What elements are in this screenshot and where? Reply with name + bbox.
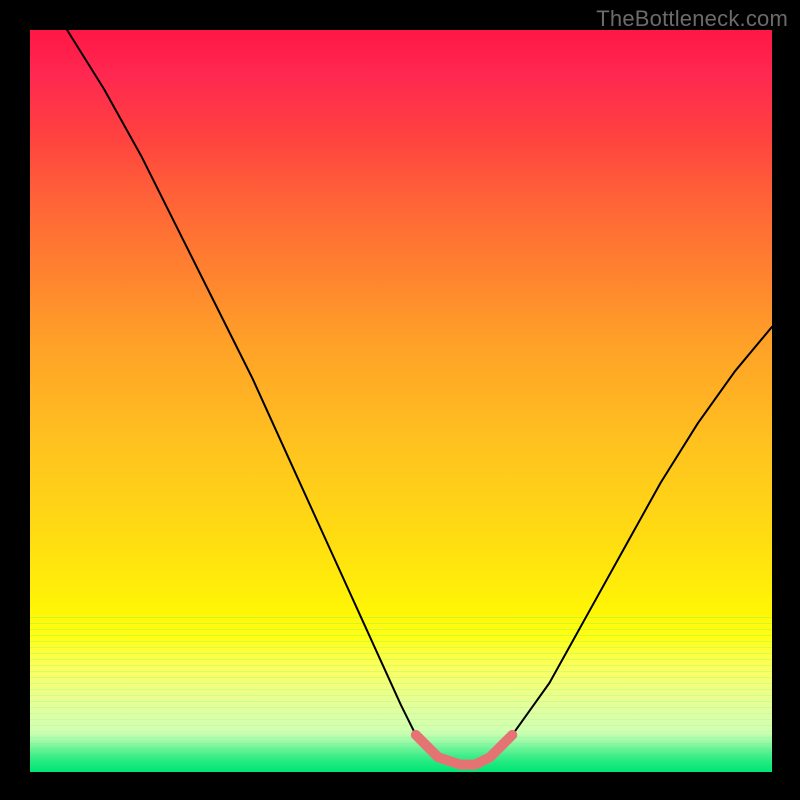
optimum-marker (416, 735, 513, 765)
bottleneck-curve (67, 30, 772, 765)
curve-layer (30, 30, 772, 772)
watermark-text: TheBottleneck.com (596, 6, 788, 32)
plot-area (30, 30, 772, 772)
chart-frame: TheBottleneck.com (0, 0, 800, 800)
